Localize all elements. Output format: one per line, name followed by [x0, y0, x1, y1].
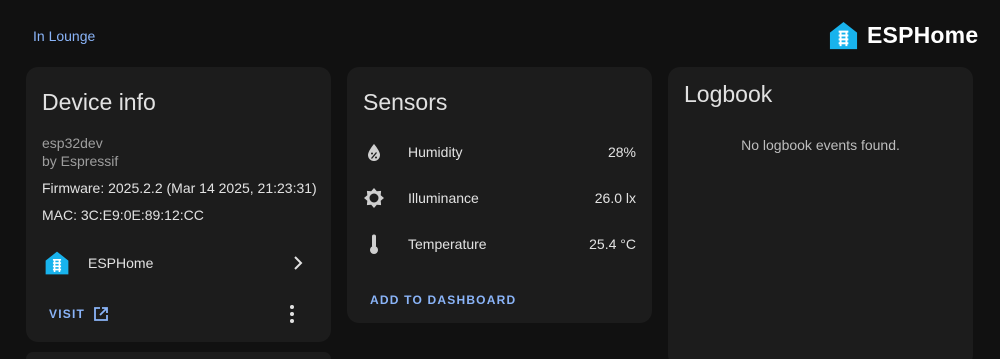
- sensor-value: 25.4 °C: [589, 236, 636, 252]
- sensor-name: Humidity: [408, 144, 463, 160]
- device-firmware: Firmware: 2025.2.2 (Mar 14 2025, 21:23:3…: [42, 180, 317, 196]
- integration-label: ESPHome: [88, 255, 154, 271]
- water-percent-icon: [368, 144, 380, 161]
- chevron-right-icon: [294, 256, 303, 270]
- device-page: In Lounge ESPHome Device info esp32dev b…: [0, 0, 1000, 359]
- sensor-row-temperature[interactable]: Temperature 25.4 °C: [347, 229, 652, 259]
- esphome-logo-icon: [45, 251, 69, 275]
- dots-vertical-icon[interactable]: [282, 303, 302, 325]
- device-manufacturer: by Espressif: [42, 153, 119, 169]
- next-card-edge: [26, 352, 331, 359]
- esphome-logo-icon: [829, 21, 858, 50]
- visit-label: VISIT: [49, 307, 86, 321]
- brand-name: ESPHome: [867, 22, 979, 48]
- sensors-card: Sensors Humidity 28% Illuminance 26.0 lx: [347, 67, 652, 323]
- device-model: esp32dev: [42, 135, 103, 151]
- sensor-value: 26.0 lx: [594, 190, 636, 206]
- open-in-new-icon: [94, 307, 108, 321]
- logbook-title: Logbook: [684, 81, 773, 107]
- sensor-row-humidity[interactable]: Humidity 28%: [347, 137, 652, 167]
- device-info-card: Device info esp32dev by Espressif Firmwa…: [26, 67, 331, 342]
- device-mac: MAC: 3C:E9:0E:89:12:CC: [42, 207, 204, 223]
- sensor-name: Temperature: [408, 236, 487, 252]
- logbook-card: Logbook No logbook events found.: [668, 67, 973, 359]
- add-to-dashboard-button[interactable]: ADD TO DASHBOARD: [370, 293, 516, 307]
- brightness-icon: [364, 188, 384, 208]
- logbook-empty-message: No logbook events found.: [741, 137, 900, 153]
- sensors-title: Sensors: [363, 89, 448, 115]
- brand: ESPHome: [828, 20, 978, 51]
- integration-row-esphome[interactable]: ESPHome: [26, 243, 331, 283]
- thermometer-icon: [370, 234, 378, 254]
- sensor-row-illuminance[interactable]: Illuminance 26.0 lx: [347, 183, 652, 213]
- sensor-name: Illuminance: [408, 190, 479, 206]
- visit-button[interactable]: VISIT: [42, 303, 109, 325]
- sensor-value: 28%: [607, 144, 636, 160]
- device-info-title: Device info: [42, 89, 156, 115]
- area-link[interactable]: In Lounge: [33, 28, 95, 44]
